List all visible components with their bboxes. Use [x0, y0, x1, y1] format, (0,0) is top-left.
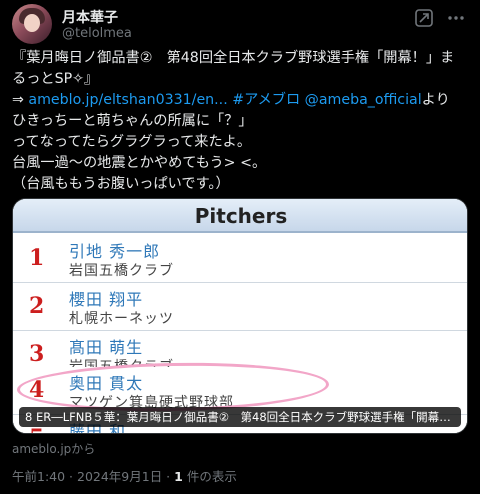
card-source[interactable]: ameblo.jpから	[12, 440, 95, 457]
post: 月本華子 @telolmea 『葉月晦日ノ御品書② 第48回全日本クラブ野球選手…	[0, 0, 480, 494]
pitcher-name: 髙田 萌生	[69, 338, 144, 357]
post-line-6: （台風ももうお腹いっぱいです。）	[12, 176, 230, 192]
pitcher-name: 引地 秀一郎	[69, 242, 161, 261]
row-number: 3	[29, 341, 45, 367]
row-number: 1	[29, 245, 45, 271]
hashtag-ameblo[interactable]: #アメブロ	[228, 92, 300, 108]
link-card[interactable]: Pitchers 1 引地 秀一郎 岩国五橋クラブ 2 櫻田 翔平 札幌ホーネッ…	[12, 198, 468, 434]
post-line-link: ⇒ ameblo.jp/eltshan0331/en... #アメブロ @ame…	[12, 90, 468, 111]
ameblo-link[interactable]: ameblo.jp/eltshan0331/en...	[28, 92, 227, 108]
views-label: 件の表示	[182, 469, 237, 484]
post-line-title: 『葉月晦日ノ御品書② 第48回全日本クラブ野球選手権「開幕！」まるっとSP✧』	[12, 50, 455, 87]
mention-ameba-official[interactable]: @ameba_official	[300, 92, 422, 108]
post-line-4: ってなってたらグラグラって来たよ。	[12, 134, 252, 150]
arrow-prefix: ⇒	[12, 92, 29, 108]
author-handle[interactable]: @telolmea	[62, 26, 132, 41]
post-text: 『葉月晦日ノ御品書② 第48回全日本クラブ野球選手権「開幕！」まるっとSP✧』 …	[12, 48, 468, 195]
table-row: 2 櫻田 翔平 札幌ホーネッツ	[13, 283, 467, 331]
avatar-face	[24, 14, 40, 32]
views-count: 1	[174, 469, 183, 484]
post-meta: 午前1:40 · 2024年9月1日 · 1 件の表示	[12, 466, 237, 485]
card-image[interactable]: Pitchers 1 引地 秀一郎 岩国五橋クラブ 2 櫻田 翔平 札幌ホーネッ…	[13, 199, 467, 433]
avatar[interactable]	[12, 4, 52, 44]
more-icon[interactable]	[446, 8, 466, 28]
pitchers-table: Pitchers 1 引地 秀一郎 岩国五橋クラブ 2 櫻田 翔平 札幌ホーネッ…	[13, 199, 467, 433]
author-display-name[interactable]: 月本華子	[62, 7, 118, 27]
grok-icon[interactable]	[414, 8, 434, 28]
pitcher-name: 櫻田 翔平	[69, 290, 144, 309]
row-number: 2	[29, 293, 45, 319]
card-caption[interactable]: 8 ER―LFNB５華：葉月晦日ノ御品書② 第48回全日本クラブ野球選手権「開幕…	[19, 407, 461, 427]
pitcher-team: 札幌ホーネッツ	[69, 311, 174, 327]
post-line-5: 台風一過～の地震とかやめてもう> <。	[12, 155, 267, 171]
link-suffix: より	[421, 92, 450, 108]
pitcher-team: 岩国五橋クラブ	[69, 263, 174, 279]
table-row: 1 引地 秀一郎 岩国五橋クラブ	[13, 235, 467, 283]
post-timestamp[interactable]: 午前1:40 · 2024年9月1日 ·	[12, 469, 174, 484]
post-line-3: ひきっちーと萌ちゃんの所属に「？」	[12, 113, 253, 129]
pitchers-table-title: Pitchers	[13, 199, 467, 233]
post-header: 月本華子 @telolmea	[12, 4, 468, 44]
